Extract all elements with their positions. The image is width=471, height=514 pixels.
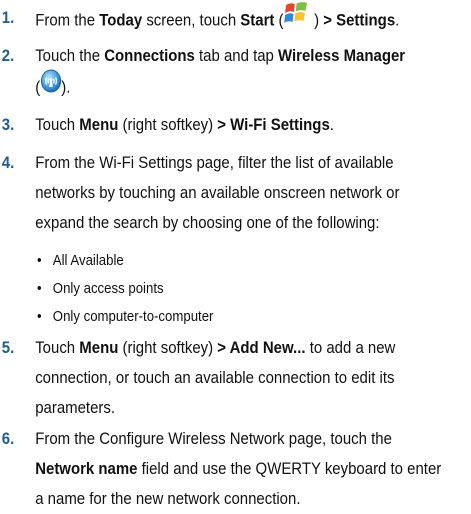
bullet-marker: • (36, 280, 42, 297)
step-number: 5. (1, 338, 15, 357)
step-line: a name for the new network connection. (35, 489, 301, 508)
step-line: Touch Menu (right softkey) > Add New... … (35, 338, 396, 357)
step-line: parameters. (35, 398, 116, 417)
bullet-item: • All Available (37, 249, 124, 273)
step-number: 1. (1, 8, 15, 27)
step-number: 3. (1, 115, 15, 134)
step-line: Touch the Connections tab and tap Wirele… (35, 46, 406, 65)
bullet-item: • Only computer-to-computer (37, 305, 214, 329)
step-line: Touch Menu (right softkey) > Wi-Fi Setti… (35, 115, 334, 134)
step-line: From the Today screen, touch Start ( ) >… (35, 0, 471, 39)
windows-start-icon (284, 0, 310, 36)
step-text: From the Configure Wireless Network page… (35, 424, 471, 514)
step-line: From the Configure Wireless Network page… (35, 429, 392, 448)
bullet-marker: • (36, 308, 42, 325)
step-text: Touch the Connections tab and tap Wirele… (35, 41, 471, 105)
bullet-item: • Only access points (37, 277, 164, 301)
step-line: connection, or touch an available connec… (35, 368, 395, 387)
step-line: expand the search by choosing one of the… (35, 213, 380, 232)
step-line: Network name field and use the QWERTY ke… (35, 459, 442, 478)
bullet-label: Only computer-to-computer (52, 308, 214, 325)
step-number: 4. (1, 153, 15, 172)
step-line: networks by touching an available onscre… (35, 183, 400, 202)
wireless-manager-icon (40, 69, 61, 103)
step-text: From the Wi-Fi Settings page, filter the… (35, 148, 471, 238)
step-line: (). (35, 69, 471, 105)
step-number: 2. (1, 46, 15, 65)
step-text: Touch Menu (right softkey) > Add New... … (35, 333, 471, 423)
instruction-page: 1. From the Today screen, touch Start ( … (0, 0, 441, 513)
step-line: From the Wi-Fi Settings page, filter the… (35, 153, 394, 172)
step-number: 6. (1, 429, 15, 448)
bullet-label: Only access points (52, 280, 164, 297)
step-text: From the Today screen, touch Start ( ) >… (35, 0, 471, 39)
step-text: Touch Menu (right softkey) > Wi-Fi Setti… (35, 110, 471, 140)
bullet-label: All Available (52, 252, 124, 269)
bullet-marker: • (36, 252, 42, 269)
